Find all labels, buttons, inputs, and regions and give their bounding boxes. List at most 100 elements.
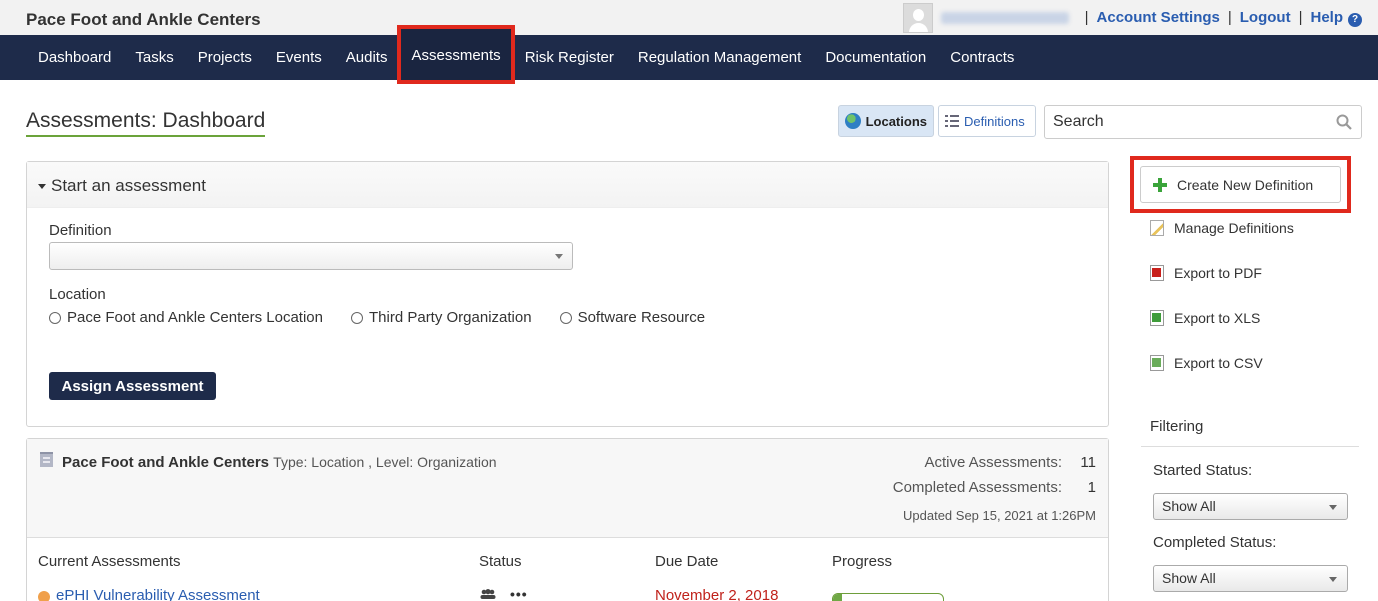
- column-current-assessments: Current Assessments: [38, 553, 181, 570]
- export-csv-label: Export to CSV: [1174, 355, 1263, 371]
- top-bar: Pace Foot and Ankle Centers | Account Se…: [0, 0, 1378, 35]
- status-dot: [38, 591, 50, 601]
- radio-label: Pace Foot and Ankle Centers Location: [67, 309, 323, 326]
- question-icon: ?: [1348, 12, 1362, 27]
- avatar[interactable]: [902, 2, 933, 33]
- location-card: Pace Foot and Ankle Centers Type: Locati…: [26, 438, 1109, 601]
- nav-documentation[interactable]: Documentation: [813, 35, 938, 80]
- org-title: Pace Foot and Ankle Centers: [26, 10, 261, 29]
- manage-definitions-label: Manage Definitions: [1174, 220, 1294, 236]
- logout-link[interactable]: Logout: [1240, 9, 1291, 26]
- started-status-select[interactable]: Show All: [1153, 493, 1348, 520]
- help-label: Help: [1310, 8, 1343, 26]
- chevron-down-icon: [1329, 505, 1337, 510]
- chevron-down-icon: [1329, 577, 1337, 582]
- nav-audits[interactable]: Audits: [334, 35, 400, 80]
- help-link[interactable]: Help?: [1310, 9, 1362, 27]
- create-new-definition-label: Create New Definition: [1177, 176, 1314, 193]
- pdf-icon: [1150, 265, 1164, 281]
- building-icon: [40, 452, 53, 467]
- list-icon: [945, 115, 959, 127]
- create-definition-highlight: Create New Definition: [1130, 156, 1351, 213]
- manage-definitions-link[interactable]: Manage Definitions: [1150, 220, 1294, 236]
- column-due-date: Due Date: [655, 553, 719, 570]
- definition-select[interactable]: [49, 242, 573, 270]
- start-assessment-panel: Start an assessment Definition Location …: [26, 161, 1109, 427]
- locations-view-button[interactable]: Locations: [838, 105, 934, 137]
- export-xls-label: Export to XLS: [1174, 310, 1261, 326]
- locations-label: Locations: [865, 113, 927, 129]
- export-pdf-label: Export to PDF: [1174, 265, 1262, 281]
- page-title: Assessments: Dashboard: [26, 108, 266, 137]
- progress-fill: [833, 594, 842, 601]
- assessment-link[interactable]: ePHI Vulnerability Assessment: [56, 587, 260, 601]
- nav-events[interactable]: Events: [264, 35, 334, 80]
- completed-status-select[interactable]: Show All: [1153, 565, 1348, 592]
- location-name: Pace Foot and Ankle Centers: [62, 454, 269, 471]
- active-assessments-stat: Active Assessments: 11: [924, 454, 1096, 471]
- column-progress: Progress: [832, 553, 893, 570]
- nav-projects[interactable]: Projects: [186, 35, 264, 80]
- main-nav: Dashboard Tasks Projects Events Audits A…: [0, 25, 1378, 84]
- assign-assessment-button[interactable]: Assign Assessment: [49, 372, 216, 400]
- active-assessments-count: 11: [1080, 454, 1096, 471]
- nav-risk-register[interactable]: Risk Register: [513, 35, 626, 80]
- search-box: [1044, 105, 1362, 139]
- panel-header[interactable]: Start an assessment: [27, 162, 1108, 208]
- nav-assessments[interactable]: Assessments: [397, 25, 515, 84]
- separator: |: [1084, 9, 1089, 26]
- definitions-view-button[interactable]: Definitions: [938, 105, 1036, 137]
- location-radio-group: Pace Foot and Ankle Centers Location Thi…: [49, 309, 733, 326]
- ellipsis-icon[interactable]: •••: [510, 587, 528, 601]
- column-status: Status: [479, 553, 522, 570]
- definition-label: Definition: [49, 222, 112, 239]
- started-status-value: Show All: [1162, 498, 1216, 514]
- plus-icon: [1153, 177, 1167, 192]
- panel-title-text: Start an assessment: [51, 176, 206, 195]
- divider: [1141, 446, 1359, 447]
- radio-third-party[interactable]: Third Party Organization: [351, 309, 532, 326]
- completed-assessments-label: Completed Assessments:: [892, 479, 1062, 496]
- create-new-definition-button[interactable]: Create New Definition: [1140, 166, 1341, 203]
- radio-location[interactable]: Pace Foot and Ankle Centers Location: [49, 309, 323, 326]
- radio-label: Third Party Organization: [369, 309, 532, 326]
- chevron-down-icon: [555, 254, 563, 259]
- search-icon[interactable]: [1336, 114, 1352, 130]
- csv-icon: [1150, 355, 1164, 371]
- globe-icon: [845, 113, 861, 129]
- location-meta: Type: Location , Level: Organization: [273, 454, 497, 470]
- started-status-label: Started Status:: [1153, 462, 1253, 479]
- location-title: Pace Foot and Ankle Centers Type: Locati…: [62, 454, 497, 471]
- search-input[interactable]: [1045, 106, 1315, 138]
- radio-label: Software Resource: [577, 309, 706, 326]
- completed-assessments-stat: Completed Assessments: 1: [893, 479, 1096, 496]
- location-card-header: Pace Foot and Ankle Centers Type: Locati…: [27, 439, 1108, 538]
- radio-software-resource[interactable]: Software Resource: [559, 309, 706, 326]
- nav-contracts[interactable]: Contracts: [938, 35, 1026, 80]
- completed-status-value: Show All: [1162, 570, 1216, 586]
- location-label: Location: [49, 286, 106, 303]
- due-date: November 2, 2018: [655, 587, 779, 601]
- updated-timestamp: Updated Sep 15, 2021 at 1:26PM: [903, 508, 1096, 523]
- radio-button[interactable]: [49, 311, 61, 324]
- nav-dashboard[interactable]: Dashboard: [26, 35, 123, 80]
- export-pdf-link[interactable]: Export to PDF: [1150, 265, 1262, 281]
- account-settings-link[interactable]: Account Settings: [1097, 9, 1220, 26]
- completed-assessments-count: 1: [1087, 479, 1096, 496]
- edit-document-icon: [1150, 220, 1164, 236]
- radio-button[interactable]: [559, 311, 572, 324]
- nav-regulation-management[interactable]: Regulation Management: [626, 35, 813, 80]
- caret-down-icon: [38, 184, 46, 190]
- progress-bar: [832, 593, 944, 601]
- panel-title[interactable]: Start an assessment: [38, 176, 206, 196]
- active-assessments-label: Active Assessments:: [924, 454, 1062, 471]
- nav-tasks[interactable]: Tasks: [123, 35, 185, 80]
- users-icon[interactable]: [480, 589, 496, 599]
- xls-icon: [1150, 310, 1164, 326]
- definitions-label: Definitions: [964, 113, 1025, 129]
- completed-status-label: Completed Status:: [1153, 534, 1277, 551]
- export-xls-link[interactable]: Export to XLS: [1150, 310, 1260, 326]
- radio-button[interactable]: [351, 311, 363, 324]
- separator: |: [1227, 9, 1232, 26]
- export-csv-link[interactable]: Export to CSV: [1150, 355, 1263, 371]
